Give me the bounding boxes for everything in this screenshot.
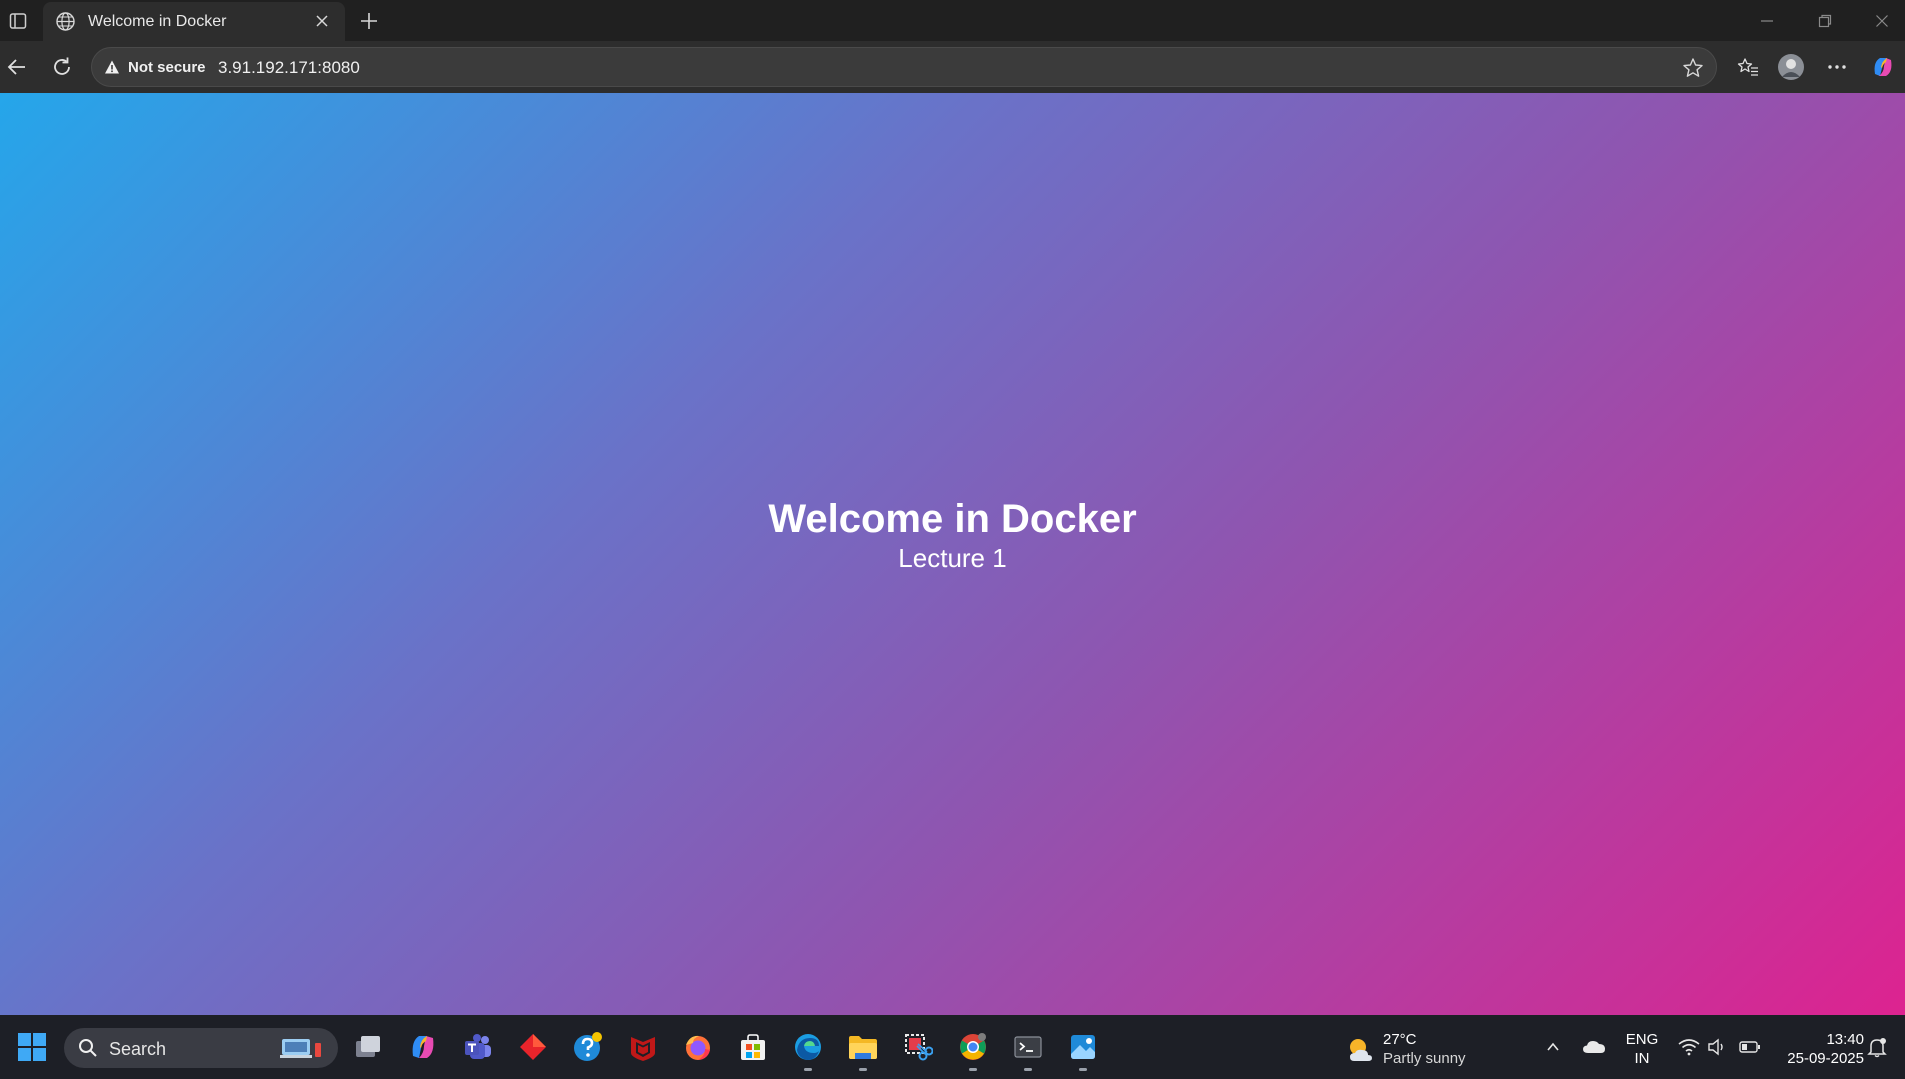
globe-icon (55, 11, 76, 32)
taskbar: Search 27°C Partly sunny ENG IN 13:40 25… (0, 1015, 1905, 1079)
page-subheading: Lecture 1 (898, 543, 1007, 573)
clock-time: 13:40 (1826, 1031, 1864, 1048)
weather-temperature: 27°C (1383, 1031, 1417, 1048)
language-code: ENG (1625, 1031, 1659, 1048)
microsoft-store-icon[interactable] (735, 1029, 771, 1065)
system-clock[interactable]: 13:40 25-09-2025 (1770, 1030, 1864, 1068)
wifi-icon[interactable] (1677, 1035, 1701, 1059)
search-icon (78, 1038, 98, 1058)
tab-actions-icon[interactable] (6, 9, 30, 33)
weather-widget[interactable]: 27°C Partly sunny (1345, 1031, 1505, 1069)
snipping-tool-icon[interactable] (900, 1029, 936, 1065)
show-hidden-icons-chevron-up-icon[interactable] (1541, 1035, 1565, 1059)
photos-icon[interactable] (1065, 1029, 1101, 1071)
favorite-star-icon[interactable] (1682, 57, 1704, 79)
minimize-button[interactable] (1747, 8, 1787, 34)
security-label[interactable]: Not secure (128, 59, 206, 76)
copilot-icon[interactable] (1869, 53, 1897, 81)
running-indicator (1024, 1068, 1032, 1071)
url-text[interactable]: 3.91.192.171:8080 (218, 58, 360, 78)
close-tab-icon[interactable] (312, 11, 332, 31)
refresh-button[interactable] (48, 53, 76, 81)
task-view-icon[interactable] (350, 1029, 386, 1065)
taskbar-search[interactable]: Search (64, 1028, 338, 1068)
close-window-button[interactable] (1862, 8, 1902, 34)
warning-icon[interactable] (104, 59, 120, 75)
page-content: Welcome in Docker Lecture 1 (0, 93, 1905, 1015)
tab-bar: Welcome in Docker (0, 0, 1905, 41)
active-tab[interactable]: Welcome in Docker (43, 2, 345, 41)
language-indicator[interactable]: ENG IN (1620, 1030, 1664, 1068)
weather-condition: Partly sunny (1383, 1050, 1466, 1067)
terminal-icon[interactable] (1010, 1029, 1046, 1071)
restore-button[interactable] (1805, 8, 1845, 34)
back-button[interactable] (3, 53, 31, 81)
volume-icon[interactable] (1705, 1035, 1729, 1059)
new-tab-button[interactable] (355, 7, 383, 35)
file-explorer-icon[interactable] (845, 1029, 881, 1071)
running-indicator (859, 1068, 867, 1071)
running-indicator (1079, 1068, 1087, 1071)
onedrive-cloud-icon[interactable] (1582, 1035, 1606, 1059)
favorites-icon[interactable] (1734, 53, 1762, 81)
profile-avatar[interactable] (1777, 53, 1805, 81)
region-code: IN (1634, 1050, 1650, 1067)
red-diamond-app-icon[interactable] (515, 1029, 551, 1065)
browser-toolbar: Not secure 3.91.192.171:8080 (0, 41, 1905, 93)
start-button[interactable] (14, 1029, 50, 1065)
firefox-icon[interactable] (680, 1029, 716, 1065)
running-indicator (969, 1068, 977, 1071)
search-highlight-icon (280, 1035, 326, 1061)
mcafee-icon[interactable] (625, 1029, 661, 1065)
search-label: Search (109, 1039, 167, 1059)
copilot-taskbar-icon[interactable] (405, 1029, 441, 1065)
tab-title: Welcome in Docker (88, 13, 227, 30)
page-heading: Welcome in Docker (768, 497, 1137, 541)
partly-sunny-icon (1345, 1035, 1375, 1065)
more-options-icon[interactable] (1823, 53, 1851, 81)
running-indicator (804, 1068, 812, 1071)
edge-icon[interactable] (790, 1029, 826, 1071)
teams-icon[interactable] (460, 1029, 496, 1065)
screen: Welcome in Docker Not secure 3.91.192.17… (0, 0, 1905, 1079)
chrome-icon[interactable] (955, 1029, 991, 1071)
battery-icon[interactable] (1738, 1035, 1762, 1059)
clock-date: 25-09-2025 (1787, 1050, 1864, 1067)
help-icon[interactable] (570, 1029, 606, 1065)
address-bar[interactable]: Not secure 3.91.192.171:8080 (91, 47, 1717, 87)
notification-bell-icon[interactable] (1866, 1036, 1890, 1060)
